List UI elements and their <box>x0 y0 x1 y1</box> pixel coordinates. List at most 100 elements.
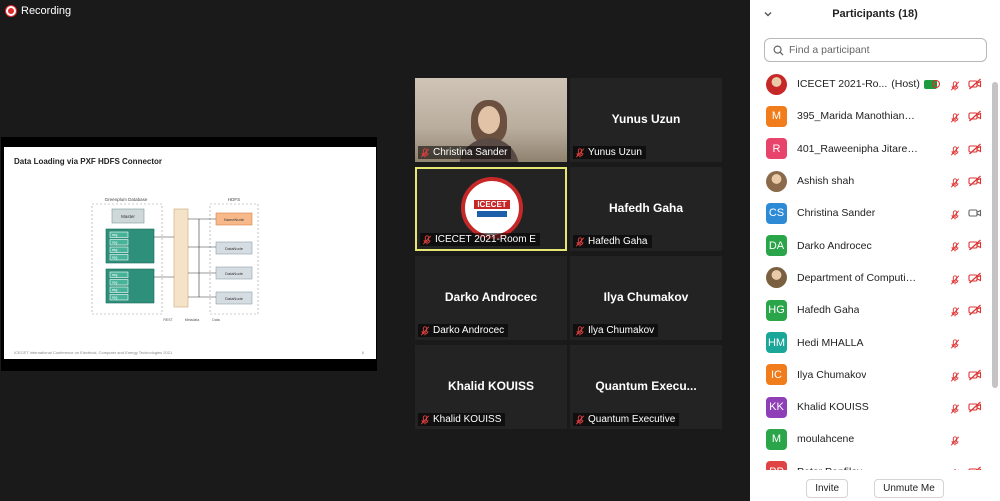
participant-mic[interactable] <box>950 401 962 414</box>
camera-off-icon[interactable] <box>968 239 982 251</box>
mic-muted-icon <box>950 307 960 317</box>
camera-off-icon[interactable] <box>968 369 982 381</box>
participant-name: Peter Panfilov <box>797 466 862 470</box>
participant-row[interactable]: Ashish shah <box>750 165 992 197</box>
segment-label: seg <box>112 256 117 260</box>
participant-mic[interactable] <box>950 110 962 123</box>
segment-host-2: seg seg seg seg <box>105 268 155 304</box>
tile-label-text: Quantum Executive <box>588 414 676 425</box>
slide-footer: ICECET International Conference on Elect… <box>14 350 173 355</box>
video-area: Recording Data Loading via PXF HDFS Conn… <box>0 0 750 501</box>
mic-muted-icon <box>575 147 585 158</box>
participant-row[interactable]: CS Christina Sander <box>750 197 992 229</box>
legend-rest: REST <box>163 318 173 322</box>
avatar-photo <box>766 73 787 95</box>
participant-name: Ashish shah <box>797 175 855 188</box>
video-tile-yunus[interactable]: Yunus Uzun Yunus Uzun <box>570 78 722 162</box>
participant-mic[interactable] <box>950 143 962 156</box>
participant-row[interactable]: DA Darko Androcec <box>750 229 992 261</box>
tile-display-name: Hafedh Gaha <box>608 201 683 215</box>
avatar-initials: KK <box>769 401 784 414</box>
participant-row[interactable]: R 401_Raweenipha Jitaree_KMUTT <box>750 133 992 165</box>
camera-off-icon[interactable] <box>968 401 982 413</box>
participant-name: 401_Raweenipha Jitaree_KMUTT <box>797 142 919 155</box>
tile-label-text: Khalid KOUISS <box>433 414 502 425</box>
participant-mic[interactable] <box>950 369 962 382</box>
participant-mic[interactable] <box>950 239 962 252</box>
avatar-initials: M <box>771 433 782 446</box>
camera-off-icon[interactable] <box>968 110 982 122</box>
mic-muted-icon <box>950 178 960 188</box>
participant-mic[interactable] <box>950 304 962 317</box>
mic-muted-icon <box>950 339 960 349</box>
participant-mic[interactable] <box>950 336 962 349</box>
participant-mic[interactable] <box>950 466 962 470</box>
avatar <box>766 267 787 289</box>
avatar: M <box>766 105 787 127</box>
mic-muted-icon <box>420 325 430 336</box>
camera-off-icon[interactable] <box>968 272 982 284</box>
tile-name-label: Hafedh Gaha <box>573 235 652 248</box>
invite-button[interactable]: Invite <box>806 478 849 498</box>
avatar: PP <box>766 461 787 470</box>
participant-row[interactable]: M 395_Marida Manothiang_KMUTT <box>750 100 992 132</box>
video-tile-ilya[interactable]: Ilya Chumakov Ilya Chumakov <box>570 256 722 340</box>
participant-row[interactable]: KK Khalid KOUISS <box>750 391 992 423</box>
tile-name-label: Khalid KOUISS <box>418 413 506 426</box>
tile-name-label: Christina Sander <box>418 146 512 159</box>
segment-label: seg <box>112 248 117 252</box>
camera-off-icon[interactable] <box>968 143 982 155</box>
participant-name: Ilya Chumakov <box>797 368 867 381</box>
avatar: M <box>766 428 787 450</box>
panel-footer: Invite Unmute Me <box>750 475 1000 501</box>
video-tile-christina[interactable]: Christina Sander <box>415 78 567 162</box>
datanode-group: DataNode DataNode DataNode <box>215 241 253 305</box>
recording-icon <box>932 80 940 88</box>
camera-off-icon[interactable] <box>968 78 982 90</box>
participant-mic[interactable] <box>950 175 962 188</box>
unmute-me-button[interactable]: Unmute Me <box>874 478 944 498</box>
mic-muted-icon <box>950 210 960 220</box>
participant-row[interactable]: ICECET 2021-Ro... (Host) <box>750 68 992 100</box>
camera-off-icon[interactable] <box>968 175 982 187</box>
participant-name: Hedi MHALLA <box>797 336 864 349</box>
avatar: IC <box>766 364 787 386</box>
video-tile-hafedh[interactable]: Hafedh Gaha Hafedh Gaha <box>570 167 722 251</box>
participant-row[interactable]: IC Ilya Chumakov <box>750 359 992 391</box>
participant-row[interactable]: HG Hafedh Gaha <box>750 294 992 326</box>
datanode-label: DataNode <box>225 271 244 276</box>
person-face <box>478 106 500 134</box>
master-label: Master <box>121 214 135 219</box>
participant-row[interactable]: Department of Computing and... <box>750 262 992 294</box>
mic-muted-icon <box>950 81 960 91</box>
participant-mic[interactable] <box>950 78 962 91</box>
participant-row[interactable]: PP Peter Panfilov <box>750 456 992 470</box>
segment-label: seg <box>112 296 117 300</box>
participant-mic[interactable] <box>950 433 962 446</box>
camera-off-icon[interactable] <box>968 466 982 470</box>
video-tile-quantum[interactable]: Quantum Execu... Quantum Executive <box>570 345 722 429</box>
camera-icon[interactable] <box>968 207 982 219</box>
scrollbar[interactable] <box>992 82 998 388</box>
search-input[interactable] <box>789 44 969 56</box>
participant-mic[interactable] <box>950 272 962 285</box>
video-tile-icecet[interactable]: ICECET ICECET 2021-Room E <box>415 167 567 251</box>
tile-display-name: Darko Androcec <box>444 290 538 304</box>
avatar-initials: IC <box>771 368 782 381</box>
video-tile-darko[interactable]: Darko Androcec Darko Androcec <box>415 256 567 340</box>
participant-row[interactable]: Mmoulahcene <box>750 423 992 455</box>
avatar-photo <box>766 267 787 289</box>
namenode-label: NameNode <box>224 217 245 222</box>
camera-off-icon[interactable] <box>968 304 982 316</box>
diagram-right-title: HDFS <box>228 197 240 202</box>
recording-indicator[interactable]: Recording <box>6 5 71 17</box>
participant-search[interactable] <box>764 38 987 62</box>
panel-title: Participants (18) <box>832 8 918 20</box>
video-tile-khalid[interactable]: Khalid KOUISS Khalid KOUISS <box>415 345 567 429</box>
record-icon <box>6 6 16 16</box>
tile-label-text: Darko Androcec <box>433 325 505 336</box>
participant-mic[interactable] <box>950 207 962 220</box>
mic-muted-icon <box>575 236 585 247</box>
participant-name: ICECET 2021-Ro... <box>797 78 888 91</box>
participant-row[interactable]: HM Hedi MHALLA <box>750 326 992 358</box>
